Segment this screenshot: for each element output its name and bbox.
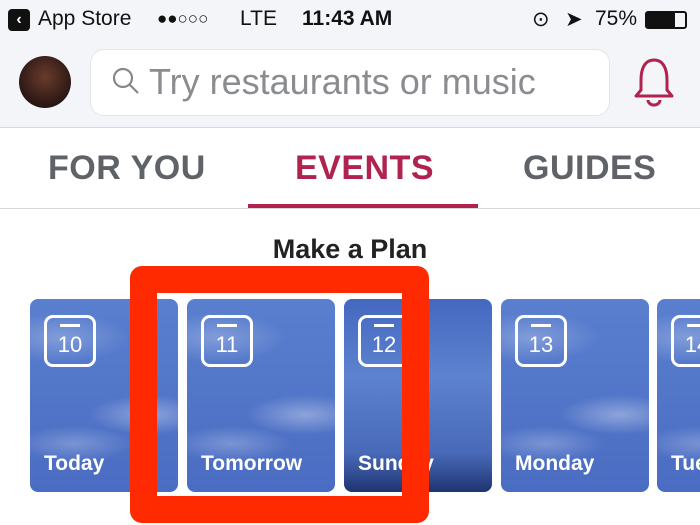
calendar-icon: 13	[515, 315, 567, 367]
search-header	[0, 40, 700, 128]
day-label: Monday	[515, 452, 595, 475]
calendar-icon: 10	[44, 315, 96, 367]
location-arrow-icon: ➤	[565, 8, 583, 31]
battery-percent: 75%	[595, 7, 638, 30]
status-bar: ‹ App Store ●●○○○ LTE 11:43 AM ⊙ ➤ 75%	[0, 0, 700, 40]
active-tab-indicator	[248, 204, 478, 208]
search-icon	[112, 67, 139, 94]
battery-icon	[645, 11, 687, 29]
tab-events[interactable]: EVENTS	[295, 149, 434, 188]
network-type: LTE	[240, 7, 277, 30]
highlight-annotation-box	[130, 266, 429, 523]
calendar-icon: 14	[671, 315, 700, 367]
rotation-lock-icon: ⊙	[532, 8, 550, 31]
day-card-tuesday[interactable]: 14 Tuesday	[657, 299, 700, 492]
tab-bar: FOR YOU EVENTS GUIDES	[0, 129, 700, 209]
signal-strength: ●●○○○	[157, 9, 209, 28]
back-to-app-store[interactable]: App Store	[38, 7, 131, 31]
section-title: Make a Plan	[272, 234, 428, 264]
bell-icon[interactable]	[632, 56, 676, 108]
tab-guides[interactable]: GUIDES	[523, 149, 656, 188]
day-card-monday[interactable]: 13 Monday	[501, 299, 649, 492]
back-arrow-icon[interactable]: ‹	[8, 9, 30, 31]
search-bar[interactable]	[90, 49, 610, 116]
avatar[interactable]	[19, 56, 71, 108]
clock: 11:43 AM	[302, 7, 393, 30]
day-label: Tuesday	[671, 452, 700, 475]
day-label: Today	[44, 452, 105, 475]
tab-for-you[interactable]: FOR YOU	[48, 149, 206, 188]
search-input[interactable]	[149, 60, 599, 104]
